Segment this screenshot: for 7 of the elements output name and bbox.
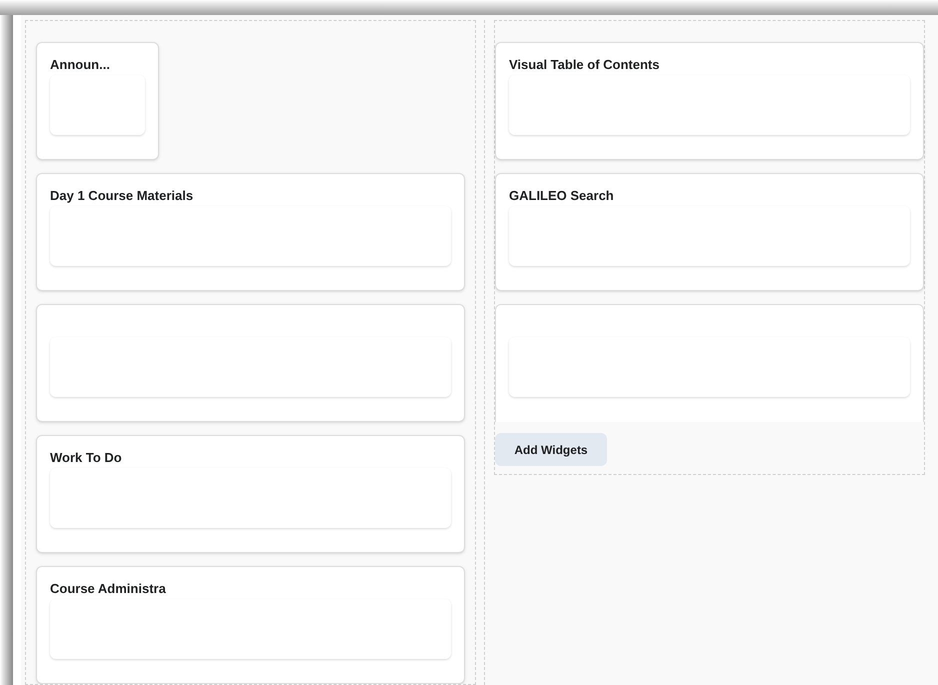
widget-title: Course Administra: [50, 581, 167, 597]
add-widgets-button[interactable]: Add Widgets: [495, 433, 607, 466]
widget-title: GALILEO Search: [509, 188, 615, 204]
widget-title: Day 1 Course Materials: [50, 188, 194, 204]
widget-title: Announ...: [50, 57, 111, 73]
widget-title: Work To Do: [50, 450, 123, 466]
widget-title: Visual Table of Contents: [509, 57, 660, 73]
